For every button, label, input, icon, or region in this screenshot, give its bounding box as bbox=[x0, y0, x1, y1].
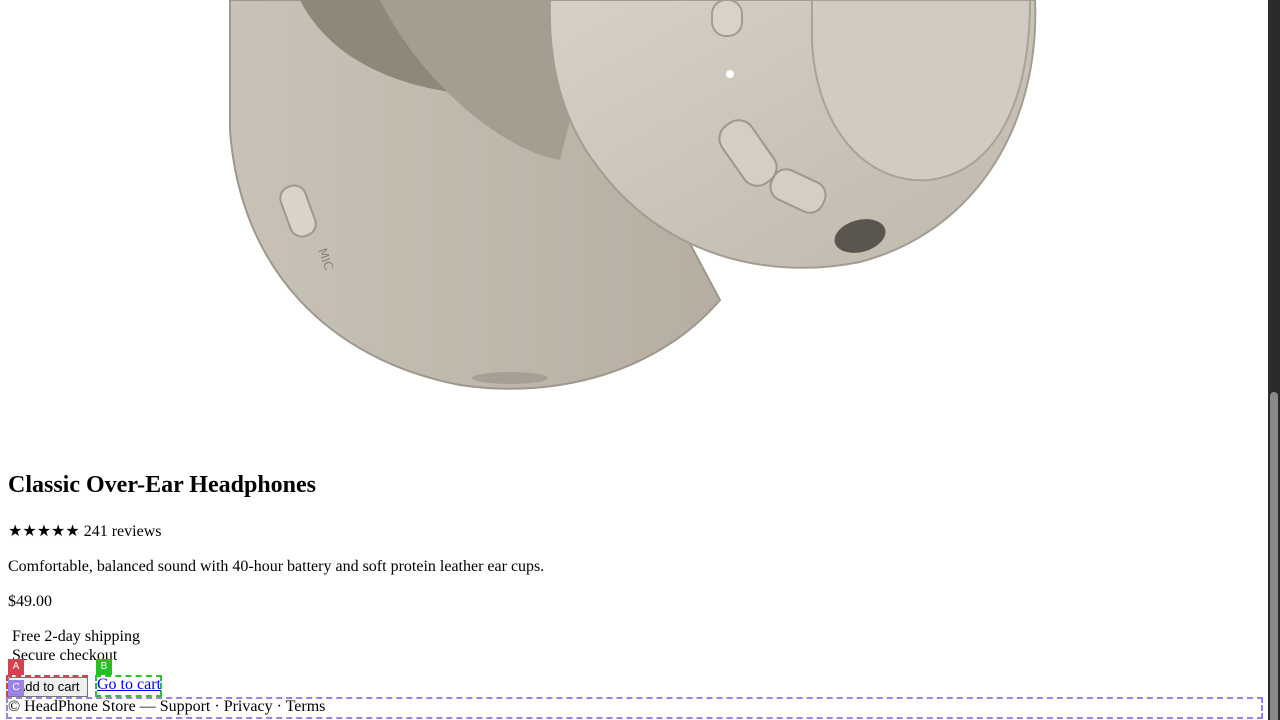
product-description: Comfortable, balanced sound with 40-hour… bbox=[8, 558, 545, 575]
marker-b-label: B bbox=[96, 659, 112, 675]
go-to-cart-link[interactable]: Go to cart bbox=[97, 676, 161, 694]
marker-a-label: A bbox=[8, 659, 24, 675]
review-count: 241 reviews bbox=[83, 523, 162, 540]
headphones-illustration: MIC bbox=[229, 0, 1037, 390]
perk-shipping: Free 2-day shipping bbox=[12, 628, 140, 645]
perks-list: Free 2-day shipping Secure checkout bbox=[12, 627, 140, 665]
product-title: Classic Over-Ear Headphones bbox=[8, 472, 317, 498]
rating-stars: ★★★★★ bbox=[8, 523, 80, 540]
perk-secure-checkout: Secure checkout bbox=[12, 647, 118, 664]
marker-c-label: C bbox=[8, 680, 24, 696]
page-footer: © HeadPhone Store — Support · Privacy · … bbox=[8, 698, 326, 715]
product-image: MIC bbox=[0, 0, 1268, 440]
product-rating: ★★★★★ 241 reviews bbox=[8, 521, 161, 541]
scrollbar-thumb[interactable] bbox=[1270, 392, 1278, 720]
page-scrollbar[interactable] bbox=[1268, 0, 1280, 720]
product-price: $49.00 bbox=[8, 593, 52, 610]
